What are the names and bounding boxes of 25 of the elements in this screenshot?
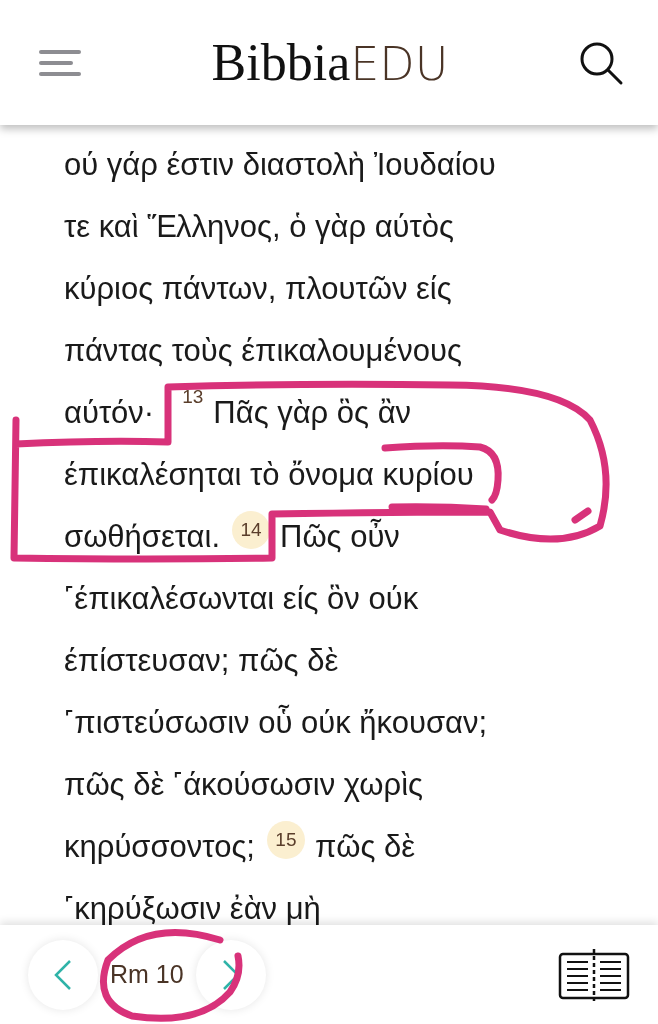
verse-text: πῶς δὲ ˹άκούσωσιν χωρὶς [64, 766, 423, 804]
open-book-icon[interactable] [558, 947, 630, 1002]
verse-number[interactable]: 13 [182, 386, 204, 408]
verse-text: πῶς δὲ [314, 828, 416, 866]
verse-text: αύτόν· [64, 394, 155, 432]
verse-number[interactable]: 14 [232, 511, 270, 549]
verse-text: κύριος πάντων, πλουτῶν είς [64, 270, 452, 308]
chevron-left-icon [53, 958, 73, 991]
pen-tick [571, 507, 592, 524]
verse-text: έπίστευσαν; πῶς δὲ [64, 642, 339, 680]
verse-number[interactable]: 15 [266, 821, 305, 859]
verse-text: ού γάρ έστιν διαστολὴ Ἰουδαίου [64, 146, 496, 184]
logo: BibbiaEDU [211, 36, 449, 89]
verse-text: πάντας τοὺς έπικαλουμένους [64, 332, 462, 370]
verse-text: σωθήσεται. [64, 518, 220, 556]
menu-icon[interactable] [38, 48, 82, 77]
verse-text: τε καὶ Ἕλληνος, ὁ γὰρ αύτὸς [64, 208, 454, 246]
verse-text: έπικαλέσηται τὸ ὄνομα κυρίου [64, 456, 474, 494]
verse-text: ˹πιστεύσωσιν οὗ ούκ ἤκουσαν; [64, 704, 488, 742]
verse-text: κηρύσσοντος; [64, 828, 255, 866]
verse-text: Πᾶς γὰρ ὃς ἂν [213, 394, 412, 432]
verse-text: ˹κηρύξωσιν ἐὰν μὴ [64, 890, 321, 925]
chapter-reference[interactable]: Rm 10 [98, 960, 196, 989]
verse-text: Πῶς οὖν [280, 518, 400, 556]
verse-text: ˹έπικαλέσωνται είς ὃν ούκ [64, 580, 419, 618]
